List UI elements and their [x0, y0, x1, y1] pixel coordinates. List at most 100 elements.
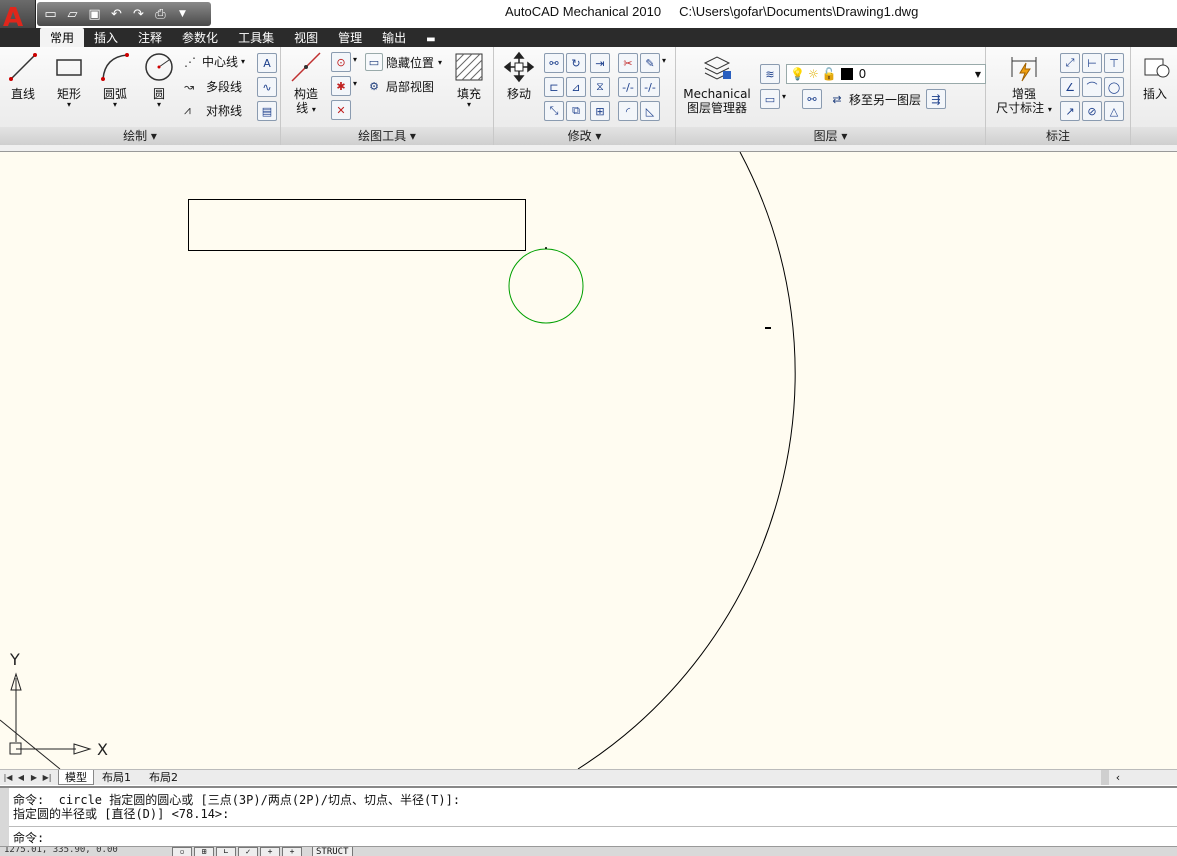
tab-toolsets[interactable]: 工具集: [228, 28, 284, 47]
layer-isolate-icon[interactable]: ⚯: [802, 89, 822, 109]
print-icon[interactable]: ⎙: [151, 5, 170, 24]
move-to-another-layer-button[interactable]: ⇄ 移至另一图层: [828, 90, 921, 108]
move-button[interactable]: 移动: [502, 51, 536, 101]
coordinate-readout[interactable]: 1275.01, 335.90, 0.00: [4, 847, 118, 855]
tab-manage[interactable]: 管理: [328, 28, 372, 47]
centerline-button[interactable]: ⋰ 中心线 ▾: [184, 53, 245, 70]
snap-toggle-icon[interactable]: ▫: [172, 847, 192, 856]
arc-dim-icon[interactable]: ⌒: [1082, 77, 1102, 97]
rotate-icon[interactable]: ↻: [566, 53, 586, 73]
hatch-button[interactable]: 填充 ▾: [451, 51, 487, 109]
circle-button[interactable]: 圆 ▾: [142, 51, 176, 109]
linear-dim-icon[interactable]: ⊢: [1082, 53, 1102, 73]
panel-layers-title[interactable]: 图层 ▾: [676, 127, 985, 145]
trim-icon[interactable]: ⇥: [590, 53, 610, 73]
text-icon[interactable]: A: [257, 53, 277, 73]
ordinate-dim-icon[interactable]: ⊤: [1104, 53, 1124, 73]
first-layout-icon[interactable]: |◀: [2, 771, 14, 784]
tab-insert[interactable]: 插入: [84, 28, 128, 47]
radius-dim-icon[interactable]: ◯: [1104, 77, 1124, 97]
power-dimension-button[interactable]: 增强 尺寸标注 ▾: [994, 51, 1054, 117]
scale-icon[interactable]: ⤡: [544, 101, 564, 121]
command-prompt-input[interactable]: 命令:: [13, 829, 44, 846]
osnap-toggle-icon[interactable]: +: [260, 847, 280, 856]
struct-toggle[interactable]: STRUCT: [312, 847, 353, 856]
redo-icon[interactable]: ↷: [129, 5, 148, 24]
panel-drawing-tools-title[interactable]: 绘图工具 ▾: [281, 127, 493, 145]
open-icon[interactable]: ▱: [63, 5, 82, 24]
fillet-tools-icon[interactable]: ✱: [331, 76, 351, 96]
prev-layout-icon[interactable]: ◀: [15, 771, 27, 784]
construction-line-dropdown-icon[interactable]: ▾: [312, 105, 316, 114]
undo-icon[interactable]: ↶: [107, 5, 126, 24]
polyline-button[interactable]: ↝ 多段线: [184, 78, 242, 95]
join-icon[interactable]: -/-: [640, 77, 660, 97]
drawn-small-circle[interactable]: [508, 248, 584, 324]
tab-home[interactable]: 常用: [40, 28, 85, 47]
layer-properties-icon[interactable]: ≋: [760, 64, 780, 84]
mirror-icon[interactable]: ⧖: [590, 77, 610, 97]
aligned-dim-icon[interactable]: ⤢: [1060, 53, 1080, 73]
center-mark-icon[interactable]: ⊙: [331, 52, 351, 72]
tab-output[interactable]: 输出: [372, 28, 416, 47]
layer-state-dropdown-icon[interactable]: ▾: [782, 92, 786, 101]
panel-draw-title[interactable]: 绘制 ▾: [0, 127, 280, 145]
layout-tab-layout2[interactable]: 布局2: [143, 770, 184, 785]
hidden-position-button[interactable]: ▭ 隐藏位置 ▾: [365, 53, 442, 71]
hatch-dropdown-icon[interactable]: ▾: [451, 101, 487, 109]
panel-modify-title[interactable]: 修改 ▾: [494, 127, 675, 145]
fillet-tools-dropdown-icon[interactable]: ▾: [353, 79, 357, 88]
center-mark-dropdown-icon[interactable]: ▾: [353, 55, 357, 64]
drawn-rectangle[interactable]: [188, 199, 526, 251]
new-icon[interactable]: ▭: [41, 5, 60, 24]
stretch-icon[interactable]: ⊿: [566, 77, 586, 97]
line-button[interactable]: 直线: [6, 51, 40, 101]
next-layout-icon[interactable]: ▶: [28, 771, 40, 784]
centerline-dropdown-icon[interactable]: ▾: [241, 57, 245, 66]
drawn-large-arc[interactable]: [577, 152, 796, 769]
tab-annotate[interactable]: 注释: [128, 28, 172, 47]
last-layout-icon[interactable]: ▶|: [41, 771, 53, 784]
rectangle-dropdown-icon[interactable]: ▾: [52, 101, 86, 109]
model-space-svg[interactable]: [0, 152, 1177, 769]
mechanical-layer-manager-button[interactable]: Mechanical 图层管理器: [682, 51, 752, 115]
arc-button[interactable]: 圆弧 ▾: [98, 51, 132, 109]
horizontal-scrollbar-thumb[interactable]: [1101, 770, 1109, 785]
otrack-toggle-icon[interactable]: +: [282, 847, 302, 856]
array-icon[interactable]: ⊞: [590, 101, 610, 121]
command-window[interactable]: 命令: circle 指定圆的圆心或 [三点(3P)/两点(2P)/切点、切点、…: [0, 786, 1177, 846]
grid-toggle-icon[interactable]: ⊞: [194, 847, 214, 856]
insert-block-button[interactable]: 插入: [1137, 51, 1173, 101]
tab-overflow-button[interactable]: ▬: [416, 28, 445, 47]
rectangle-button[interactable]: 矩形 ▾: [52, 51, 86, 109]
edit-icon[interactable]: ✎: [640, 53, 660, 73]
chamfer-icon[interactable]: ◺: [640, 101, 660, 121]
scroll-left-icon[interactable]: ‹: [1110, 770, 1126, 785]
layout-tab-model[interactable]: 模型: [58, 770, 94, 785]
jogged-dim-icon[interactable]: ↗: [1060, 101, 1080, 121]
diameter-dim-icon[interactable]: ⊘: [1082, 101, 1102, 121]
layer-dropdown[interactable]: 💡 ☼ 🔓 0 ▼: [786, 64, 986, 84]
panel-annotation-title[interactable]: 标注: [986, 127, 1130, 145]
hidden-position-dropdown-icon[interactable]: ▾: [438, 58, 442, 67]
spline-icon[interactable]: ∿: [257, 77, 277, 97]
copy-icon[interactable]: ⚯: [544, 53, 564, 73]
angular-dim-icon[interactable]: ∠: [1060, 77, 1080, 97]
break-icon[interactable]: -/-: [618, 77, 638, 97]
layout-tab-layout1[interactable]: 布局1: [96, 770, 137, 785]
array-3d-icon[interactable]: ⧉: [566, 101, 586, 121]
symmetry-line-button[interactable]: ⩘ 对称线: [184, 102, 242, 119]
fillet-icon[interactable]: ◜: [618, 101, 638, 121]
qat-dropdown-icon[interactable]: ▼: [173, 5, 192, 24]
offset-icon[interactable]: ⊏: [544, 77, 564, 97]
tab-parametric[interactable]: 参数化: [172, 28, 228, 47]
trim-cross-icon[interactable]: ✕: [331, 100, 351, 120]
drawing-canvas[interactable]: Y X: [0, 152, 1177, 769]
ortho-toggle-icon[interactable]: ∟: [216, 847, 236, 856]
command-window-grip[interactable]: [0, 788, 9, 846]
region-icon[interactable]: ▤: [257, 101, 277, 121]
tab-view[interactable]: 视图: [284, 28, 328, 47]
construction-line-button[interactable]: 构造 线 ▾: [289, 51, 323, 117]
circle-dropdown-icon[interactable]: ▾: [142, 101, 176, 109]
layer-state-icon[interactable]: ▭: [760, 89, 780, 109]
